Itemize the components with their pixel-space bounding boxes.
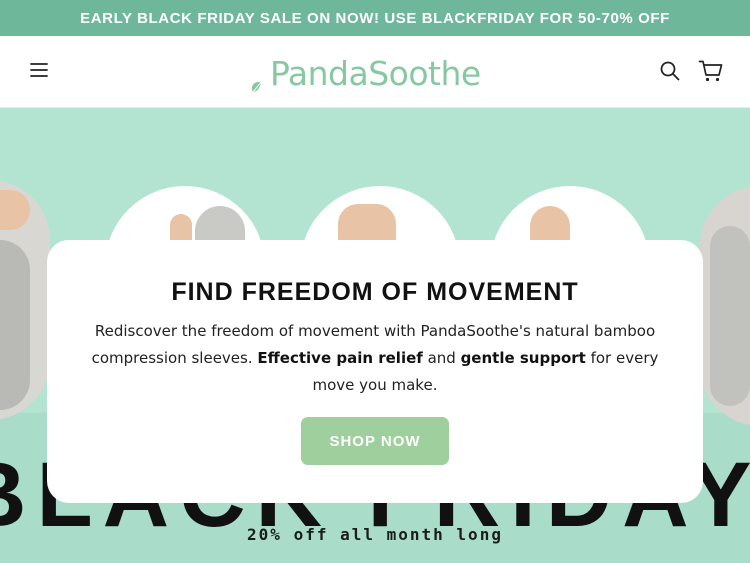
hero-description-bold: gentle support [460,349,586,367]
site-header: PandaSoothe [0,36,750,108]
cart-icon[interactable] [698,59,724,83]
search-icon[interactable] [659,60,681,82]
hero-description: Rediscover the freedom of movement with … [85,318,665,399]
hero-photo-left-edge [0,180,50,420]
logo-wordmark: PandaSoothe [270,53,481,93]
hero-photo-right-edge [700,186,750,426]
hero-description-part: and [422,349,461,367]
hero-banner: BLACK FRIDAY FIND FREEDOM OF MOVEMENT Re… [0,108,750,563]
hero-title: FIND FREEDOM OF MOVEMENT [171,278,579,306]
shop-now-button[interactable]: SHOP NOW [301,417,449,465]
hero-description-bold: Effective pain relief [257,349,423,367]
hero-content-card: FIND FREEDOM OF MOVEMENT Rediscover the … [47,240,703,503]
hamburger-menu-icon[interactable] [29,60,49,80]
announcement-bar: EARLY BLACK FRIDAY SALE ON NOW! USE BLAC… [0,0,750,36]
leaf-logo-icon [251,81,262,95]
hero-offer-text: 20% off all month long [247,525,503,544]
announcement-text: EARLY BLACK FRIDAY SALE ON NOW! USE BLAC… [80,9,670,27]
site-logo[interactable]: PandaSoothe [248,48,508,98]
